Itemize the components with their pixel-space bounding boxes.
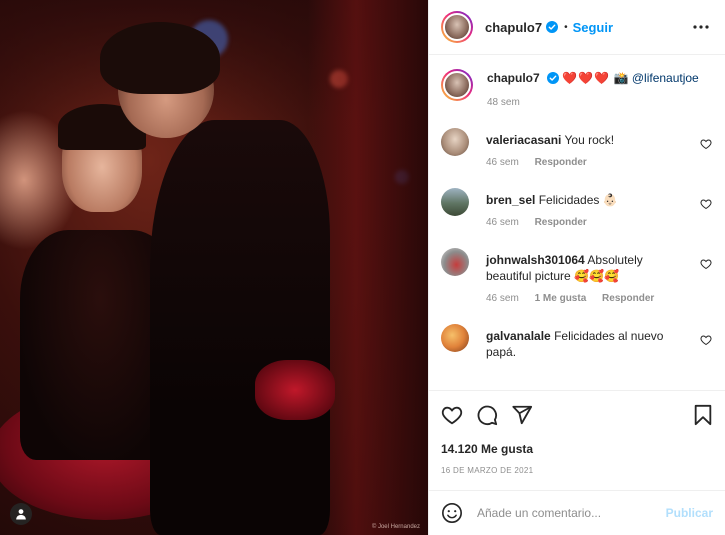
comment-meta: 46 sem Responder	[486, 217, 691, 228]
follow-button[interactable]: Seguir	[573, 20, 613, 35]
heart-icon[interactable]	[699, 258, 713, 270]
post-header: chapulo7 • Seguir	[429, 0, 725, 55]
comment-likes[interactable]: 1 Me gusta	[535, 293, 587, 304]
post-photo[interactable]: © Joel Hernandez	[0, 0, 428, 535]
tagged-people-button[interactable]	[10, 503, 32, 525]
more-options-icon	[693, 25, 709, 29]
emoji-button[interactable]	[441, 502, 463, 524]
comment-username[interactable]: valeriacasani	[486, 133, 561, 147]
comment-bubble-icon	[477, 405, 498, 426]
caption-mention[interactable]: @lifenautjoe	[632, 71, 699, 85]
smiley-icon	[442, 503, 462, 523]
comment-button[interactable]	[476, 404, 498, 426]
publish-button[interactable]: Publicar	[666, 506, 713, 520]
photo-dancer-hair	[100, 22, 220, 94]
comment-item: johnwalsh301064 Absolutely beautiful pic…	[441, 246, 713, 304]
more-options-button[interactable]	[689, 15, 713, 39]
author-username[interactable]: chapulo7	[485, 20, 542, 35]
verified-badge-icon	[546, 21, 559, 33]
save-button[interactable]	[693, 404, 713, 426]
bookmark-icon	[694, 404, 712, 426]
action-icons	[441, 401, 713, 429]
verified-badge-icon	[547, 72, 560, 84]
post-actions: 14.120 Me gusta 16 DE MARZO DE 2021	[429, 390, 725, 490]
author-avatar[interactable]	[441, 11, 473, 43]
likes-count[interactable]: 14.120 Me gusta	[441, 442, 713, 456]
comment-item: galvanalale Felicidades al nuevo papá.	[441, 322, 713, 360]
camera-emoji: 📸	[613, 71, 629, 85]
heart-icon[interactable]	[699, 334, 713, 346]
reply-button[interactable]: Responder	[535, 157, 587, 168]
comment-time[interactable]: 46 sem	[486, 157, 519, 168]
photo-dancer-sash	[255, 360, 335, 420]
heart-icon[interactable]	[699, 198, 713, 210]
comment-avatar[interactable]	[441, 324, 469, 352]
comment-message: Felicidades 👶🏻	[538, 193, 618, 207]
comment-username[interactable]: bren_sel	[486, 193, 535, 207]
reply-button[interactable]: Responder	[535, 217, 587, 228]
comment-avatar[interactable]	[441, 128, 469, 156]
comments-list[interactable]: chapulo7 ❤️❤️❤️ 📸 @lifenautjoe 48 sem va…	[429, 55, 725, 390]
comment-text: bren_sel Felicidades 👶🏻	[486, 186, 691, 208]
person-tag-icon	[16, 509, 26, 520]
comment-text: valeriacasani You rock!	[486, 126, 691, 148]
photo-dancer-jacket	[150, 120, 330, 535]
header-separator: •	[564, 21, 568, 33]
comment-avatar[interactable]	[441, 248, 469, 276]
comment-text: johnwalsh301064 Absolutely beautiful pic…	[486, 246, 691, 284]
instagram-post: © Joel Hernandez chapulo7 • Seguir chapu…	[0, 0, 725, 535]
add-comment-bar: Publicar	[429, 490, 725, 535]
post-date[interactable]: 16 DE MARZO DE 2021	[441, 466, 713, 475]
post-side-panel: chapulo7 • Seguir chapulo7 ❤️❤️❤️ 📸 @lif…	[428, 0, 725, 535]
comment-meta: 46 sem 1 Me gusta Responder	[486, 293, 691, 304]
like-button[interactable]	[441, 404, 463, 426]
reply-button[interactable]: Responder	[602, 293, 654, 304]
comment-meta: 46 sem Responder	[486, 157, 691, 168]
caption: chapulo7 ❤️❤️❤️ 📸 @lifenautjoe 48 sem	[441, 69, 713, 108]
comment-avatar[interactable]	[441, 188, 469, 216]
heart-icon[interactable]	[699, 138, 713, 150]
comment-item: bren_sel Felicidades 👶🏻 46 sem Responder	[441, 186, 713, 228]
paper-plane-icon	[512, 405, 533, 425]
caption-time[interactable]: 48 sem	[487, 97, 520, 108]
share-button[interactable]	[511, 404, 533, 426]
comment-input[interactable]	[477, 506, 666, 520]
comment-username[interactable]: galvanalale	[486, 329, 551, 343]
caption-text: chapulo7 ❤️❤️❤️ 📸 @lifenautjoe	[487, 69, 699, 87]
comment-text: galvanalale Felicidades al nuevo papá.	[486, 322, 691, 360]
comment-item: valeriacasani You rock! 46 sem Responder	[441, 126, 713, 168]
photo-credit: © Joel Hernandez	[371, 524, 420, 530]
caption-username[interactable]: chapulo7	[487, 71, 540, 85]
caption-avatar[interactable]	[441, 69, 473, 101]
comment-time[interactable]: 46 sem	[486, 217, 519, 228]
comment-message: You rock!	[564, 133, 615, 147]
comment-time[interactable]: 46 sem	[486, 293, 519, 304]
heart-icon	[441, 406, 463, 425]
caption-meta: 48 sem	[487, 97, 699, 108]
caption-hearts: ❤️❤️❤️	[562, 71, 611, 85]
comment-username[interactable]: johnwalsh301064	[486, 253, 585, 267]
